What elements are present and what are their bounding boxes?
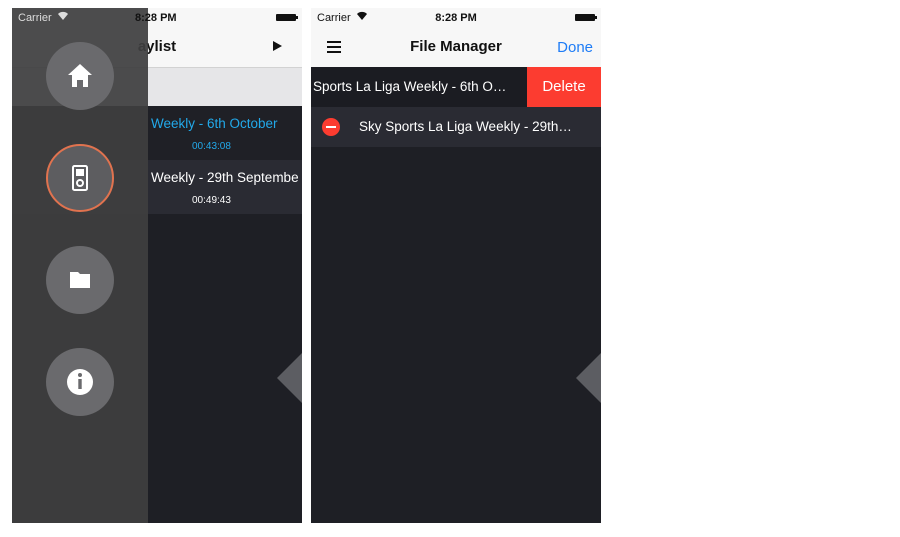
file-row[interactable]: Sports La Liga Weekly - 6th O… Delete [311, 67, 601, 107]
battery-icon [276, 14, 298, 21]
ipod-icon [72, 165, 88, 191]
info-icon [67, 369, 93, 395]
delete-button[interactable]: Delete [527, 67, 601, 107]
side-drawer [12, 8, 148, 523]
status-bar: Carrier 8:28 PM [311, 8, 601, 28]
file-row[interactable]: Sky Sports La Liga Weekly - 29th… [311, 107, 601, 147]
play-icon[interactable] [273, 41, 282, 51]
status-time: 8:28 PM [435, 12, 477, 24]
right-screen: Carrier 8:28 PM File Manager Done Sports… [311, 8, 601, 523]
wifi-icon [58, 11, 68, 20]
battery-icon [575, 14, 597, 21]
info-button[interactable] [46, 348, 114, 416]
item-duration: 00:49:43 [192, 195, 231, 206]
file-title: Sports La Liga Weekly - 6th O… [313, 79, 507, 94]
drawer-pull-tab[interactable] [576, 353, 601, 403]
player-button[interactable] [46, 144, 114, 212]
carrier-label: Carrier [18, 12, 52, 24]
done-button[interactable]: Done [557, 39, 593, 56]
file-title: Sky Sports La Liga Weekly - 29th… [359, 119, 572, 134]
item-title: Weekly - 29th Septembe [151, 170, 299, 185]
item-duration: 00:43:08 [192, 141, 231, 152]
file-manager-button[interactable] [46, 246, 114, 314]
home-icon [68, 64, 92, 87]
drawer-pull-tab[interactable] [277, 353, 302, 403]
status-bar: Carrier 8:28 PM [12, 8, 302, 28]
folder-icon [70, 272, 90, 288]
remove-icon[interactable] [322, 118, 340, 136]
left-screen: aylist Weekly - 6th October 00:43:08 Wee… [12, 8, 302, 523]
item-title: Weekly - 6th October [151, 116, 278, 131]
status-time: 8:28 PM [135, 12, 177, 24]
home-button[interactable] [46, 42, 114, 110]
